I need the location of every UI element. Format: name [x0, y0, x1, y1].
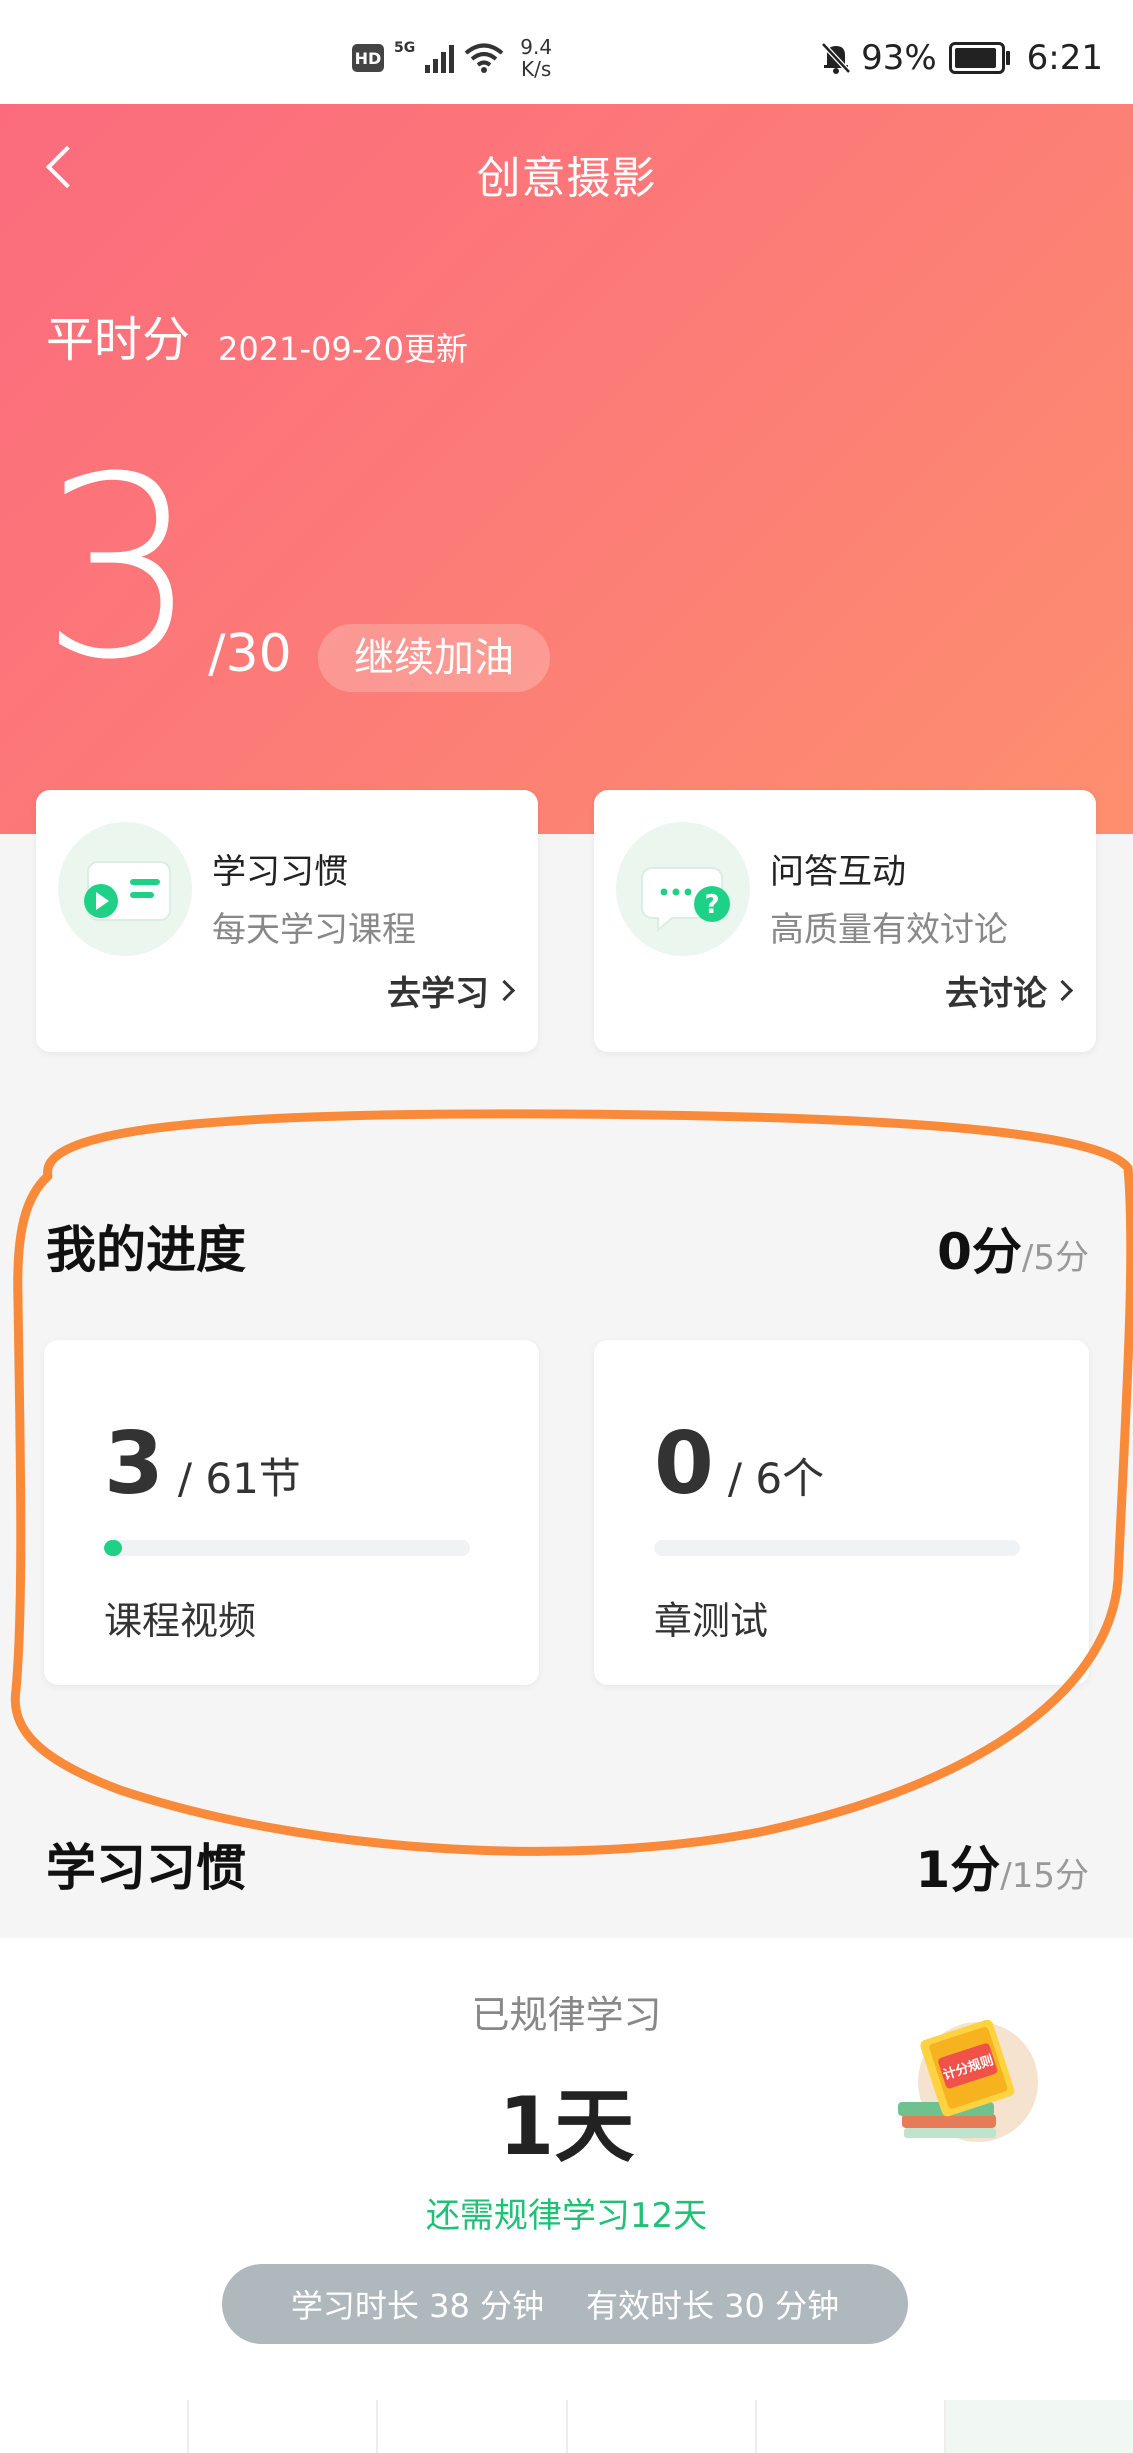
speed-unit: K/s [521, 57, 552, 81]
status-bar-left: HD 5G 9.4 K/s [352, 36, 552, 80]
day-cell[interactable] [565, 2400, 755, 2453]
status-bar: HD 5G 9.4 K/s 93% 6:21 [0, 0, 1133, 104]
usual-score-label: 平时分 [46, 312, 191, 368]
chevron-right-icon [1051, 979, 1074, 1002]
encouragement-badge: 继续加油 [318, 624, 550, 692]
battery-percent: 93% [861, 38, 937, 78]
clock: 6:21 [1026, 38, 1103, 78]
video-card-icon [84, 861, 171, 921]
progress-section-title: 我的进度 [46, 1221, 246, 1279]
progress-score-max: /5分 [1021, 1238, 1089, 1278]
progress-bar [104, 1540, 470, 1556]
progress-total: / 6个 [727, 1454, 825, 1503]
wifi-icon [464, 43, 504, 73]
progress-label: 课程视频 [104, 1599, 257, 1643]
status-bar-right: 93% 6:21 [819, 36, 1103, 80]
habit-section-title: 学习习惯 [46, 1839, 246, 1897]
feature-card-discussion[interactable]: ? 问答互动 高质量有效讨论 去讨论 [594, 790, 1096, 1052]
network-speed: 9.4 K/s [520, 36, 552, 80]
study-duration: 学习时长 38 分钟 [290, 2287, 544, 2325]
progress-card-videos[interactable]: 3 / 61节 课程视频 [44, 1340, 539, 1685]
network-type: 5G [394, 40, 416, 56]
feature-subtitle: 每天学习课程 [212, 910, 416, 950]
day-cell[interactable] [376, 2400, 565, 2453]
go-study-link[interactable]: 去学习 [387, 966, 516, 1015]
score-total: /30 [208, 624, 292, 684]
day-cell[interactable] [943, 2400, 1133, 2453]
day-cell[interactable] [0, 2400, 187, 2453]
feature-title: 问答互动 [770, 852, 906, 892]
feature-title: 学习习惯 [212, 852, 348, 892]
svg-text:?: ? [704, 890, 719, 920]
feature-subtitle: 高质量有效讨论 [770, 910, 1008, 950]
signal-icon [425, 43, 455, 73]
battery-icon [948, 42, 1010, 74]
progress-value: 0 [654, 1414, 714, 1514]
chevron-right-icon [493, 979, 516, 1002]
habit-panel: 已规律学习 1天 还需规律学习12天 学习时长 38 分钟 有效时长 30 分钟… [0, 1938, 1133, 2453]
score-hero: 创意摄影 平时分 2021-09-20更新 3 /30 继续加油 [0, 104, 1133, 834]
feature-card-habit[interactable]: 学习习惯 每天学习课程 去学习 [36, 790, 538, 1052]
feature-icon-bg: ? [616, 822, 750, 956]
go-discuss-link[interactable]: 去讨论 [945, 966, 1074, 1015]
habit-score: 1分 [915, 1841, 1001, 1899]
days-needed: 还需规律学习12天 [425, 2196, 708, 2236]
progress-count: 3 / 61节 [104, 1414, 301, 1514]
page-title: 创意摄影 [476, 153, 657, 204]
habit-score-max: /15分 [1000, 1856, 1089, 1896]
day-cell[interactable] [187, 2400, 376, 2453]
hd-badge: HD [352, 44, 384, 72]
progress-total: / 61节 [177, 1454, 301, 1503]
feature-icon-bg [58, 822, 192, 956]
current-score: 3 [40, 423, 200, 714]
study-time-pill: 学习时长 38 分钟 有效时长 30 分钟 [222, 2264, 908, 2344]
day-cell[interactable] [754, 2400, 944, 2453]
effective-duration: 有效时长 30 分钟 [586, 2287, 840, 2325]
progress-value: 3 [104, 1414, 164, 1514]
scoring-rules-book-icon[interactable]: 计分规则 [888, 2010, 1048, 2160]
progress-label: 章测试 [654, 1599, 769, 1643]
chat-question-icon: ? [641, 867, 730, 933]
go-study-label: 去学习 [387, 974, 489, 1014]
bell-off-icon [821, 42, 851, 74]
progress-score: 0分 [937, 1223, 1022, 1281]
progress-count: 0 / 6个 [654, 1414, 824, 1514]
progress-bar-fill [104, 1540, 122, 1556]
speed-value: 9.4 [520, 35, 553, 59]
go-discuss-label: 去讨论 [945, 974, 1047, 1014]
update-date: 2021-09-20更新 [218, 330, 468, 368]
progress-section-score: 0分/5分 [937, 1212, 1089, 1284]
day-strip [0, 2400, 1133, 2453]
progress-card-tests[interactable]: 0 / 6个 章测试 [594, 1340, 1089, 1685]
progress-bar [654, 1540, 1020, 1556]
habit-section-score: 1分/15分 [915, 1830, 1089, 1902]
